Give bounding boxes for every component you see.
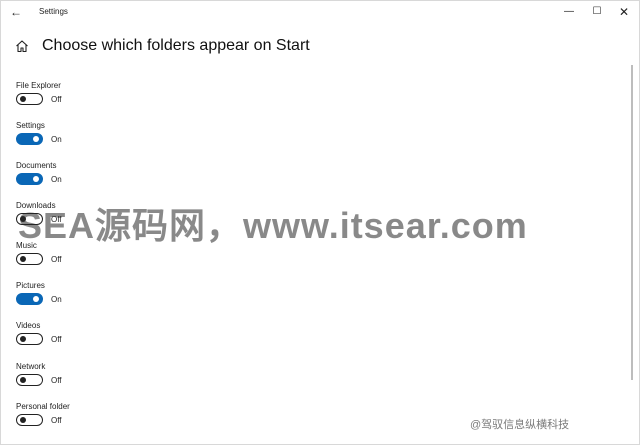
toggle-switch[interactable] <box>16 293 43 305</box>
toggle-switch[interactable] <box>16 374 43 386</box>
toggle-knob <box>20 417 26 423</box>
maximize-button[interactable]: ☐ <box>585 3 609 21</box>
toggle-switch[interactable] <box>16 253 43 265</box>
setting-label: Personal folder <box>16 402 70 411</box>
scrollbar[interactable] <box>631 65 633 380</box>
setting-label: Settings <box>16 121 45 130</box>
setting-label: Network <box>16 362 46 371</box>
toggle-state: Off <box>51 376 62 385</box>
setting-label: Pictures <box>16 281 45 290</box>
toggle-knob <box>20 256 26 262</box>
toggle-knob <box>20 377 26 383</box>
toggle-state: On <box>51 295 62 304</box>
setting-label: Documents <box>16 161 57 170</box>
toggle-state: Off <box>51 335 62 344</box>
watermark-credit: @驾驭信息纵横科技 <box>470 419 570 431</box>
toggle-state: Off <box>51 215 62 224</box>
home-icon[interactable] <box>15 39 29 53</box>
setting-label: Music <box>16 241 37 250</box>
toggle-knob <box>20 216 26 222</box>
app-title: Settings <box>39 7 68 16</box>
toggle-switch[interactable] <box>16 173 43 185</box>
title-bar: ← Settings — ☐ ✕ <box>1 1 639 23</box>
toggle-knob <box>33 296 39 302</box>
settings-window: ← Settings — ☐ ✕ Choose which folders ap… <box>0 0 640 445</box>
toggle-switch[interactable] <box>16 213 43 225</box>
page-title: Choose which folders appear on Start <box>42 37 310 54</box>
toggle-knob <box>33 136 39 142</box>
setting-label: Videos <box>16 321 41 330</box>
toggle-state: Off <box>51 95 62 104</box>
toggle-state: Off <box>51 416 62 425</box>
toggle-knob <box>33 176 39 182</box>
toggle-switch[interactable] <box>16 93 43 105</box>
toggle-state: On <box>51 135 62 144</box>
toggle-knob <box>20 336 26 342</box>
setting-label: Downloads <box>16 201 56 210</box>
close-button[interactable]: ✕ <box>612 3 636 21</box>
setting-label: File Explorer <box>16 81 61 90</box>
toggle-state: Off <box>51 255 62 264</box>
toggle-state: On <box>51 175 62 184</box>
toggle-switch[interactable] <box>16 133 43 145</box>
toggle-knob <box>20 96 26 102</box>
toggle-switch[interactable] <box>16 333 43 345</box>
back-arrow-icon[interactable]: ← <box>7 4 25 20</box>
toggle-switch[interactable] <box>16 414 43 426</box>
minimize-button[interactable]: — <box>557 3 581 21</box>
